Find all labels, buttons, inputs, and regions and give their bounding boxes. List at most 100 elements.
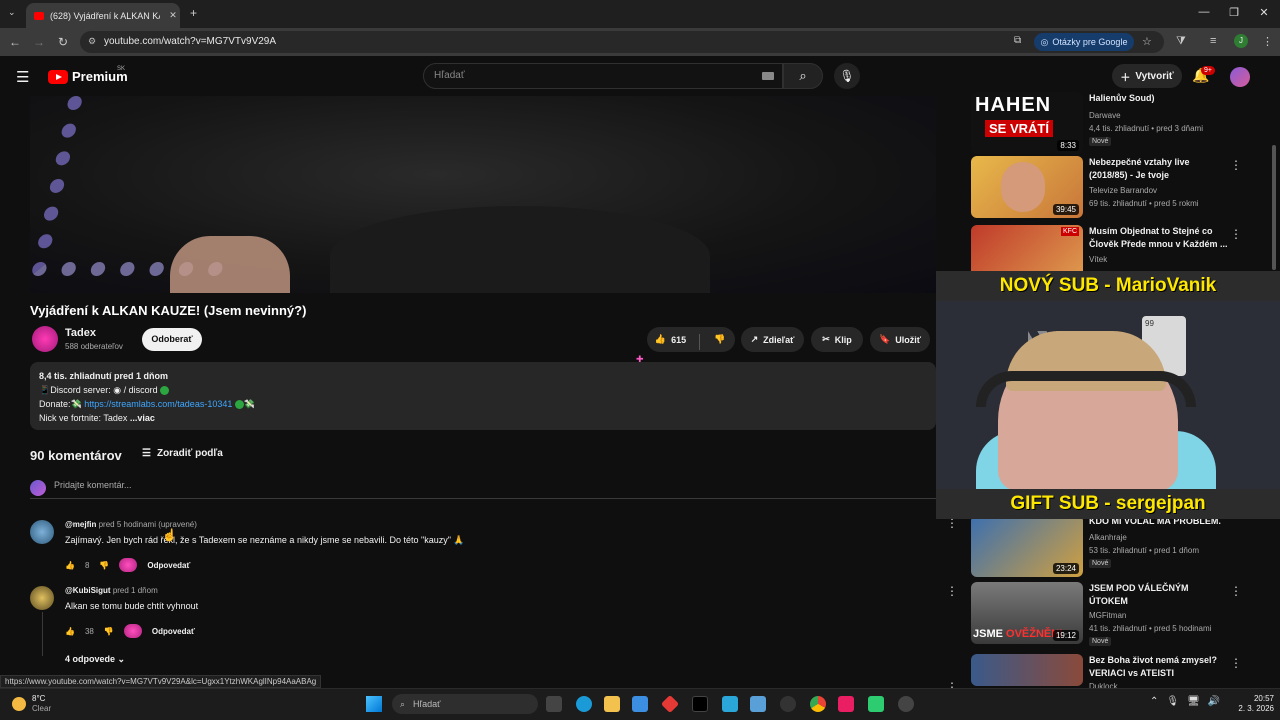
recommended-stats: 41 tis. zhliadnutí • pred 5 hodinami — [1089, 624, 1212, 633]
reading-list-icon[interactable]: ≡ — [1210, 35, 1216, 47]
recommended-video[interactable]: HAHEN SE VRÁTÍ 8:33 Halienův Soud) Darwa… — [968, 92, 1258, 156]
channel-name[interactable]: Tadex — [65, 327, 96, 339]
obs-icon[interactable] — [898, 696, 914, 712]
tab-list-icon[interactable]: ⌄ — [8, 7, 16, 18]
more-actions-icon[interactable]: ⋮ — [1230, 584, 1242, 598]
thumbs-down-icon[interactable]: 👎 — [104, 627, 114, 636]
minimize-icon[interactable]: — — [1194, 6, 1214, 18]
recommended-channel[interactable]: Vítek — [1089, 255, 1107, 264]
keyboard-icon[interactable] — [762, 72, 774, 80]
thumbs-down-icon[interactable]: 👎 — [99, 561, 109, 570]
app-icon[interactable] — [750, 696, 766, 712]
create-button[interactable]: ＋ Vytvoriť — [1112, 64, 1182, 88]
file-explorer-icon[interactable] — [604, 696, 620, 712]
commenter-avatar[interactable] — [30, 520, 54, 544]
edge-icon[interactable] — [576, 696, 592, 712]
close-window-icon[interactable]: ✕ — [1254, 6, 1274, 19]
description-box[interactable]: 8,4 tis. zhliadnutí pred 1 dňom 📱Discord… — [30, 362, 936, 430]
recommended-channel[interactable]: MGFitman — [1089, 611, 1126, 620]
dislike-button[interactable]: 👎 — [705, 327, 735, 352]
bookmark-star-icon[interactable]: ☆ — [1142, 35, 1152, 48]
subscribe-button[interactable]: Odoberať — [142, 328, 202, 351]
reload-icon[interactable]: ↻ — [56, 35, 70, 49]
show-more-link[interactable]: ...viac — [130, 413, 155, 423]
more-actions-icon[interactable]: ⋮ — [1230, 227, 1242, 241]
comment-author[interactable]: @mejfin — [65, 520, 96, 529]
video-thumbnail[interactable] — [971, 654, 1083, 686]
hamburger-menu-icon[interactable]: ☰ — [16, 68, 29, 86]
site-info-icon[interactable]: ⚙ — [88, 36, 96, 47]
video-thumbnail[interactable]: 39:45 — [971, 156, 1083, 218]
like-button[interactable]: 👍 615 — [647, 327, 694, 352]
chevron-up-icon[interactable]: ⌃ — [1150, 696, 1158, 707]
share-button[interactable]: ↗ Zdieľať — [741, 327, 804, 352]
microphone-icon[interactable]: 🎙 — [1166, 696, 1179, 707]
browser-tab[interactable]: (628) Vyjádření k ALKAN KAUZE ✕ — [26, 3, 180, 28]
network-icon[interactable]: 🖥 — [1187, 696, 1200, 707]
thumbs-up-icon[interactable]: 👍 — [65, 627, 75, 636]
taskbar-search[interactable]: ⌕ Hľadať — [392, 694, 538, 714]
recommended-video[interactable]: 39:45 Nebezpečné vztahy live (2018/85) -… — [968, 156, 1258, 220]
url-text[interactable]: youtube.com/watch?v=MG7VTv9V29A — [104, 36, 276, 47]
channel-avatar[interactable] — [32, 326, 58, 352]
search-button[interactable]: ⌕ — [783, 63, 823, 89]
store-icon[interactable] — [632, 696, 648, 712]
reply-button[interactable]: Odpovedať — [152, 627, 195, 636]
video-thumbnail[interactable]: HAHEN SE VRÁTÍ 8:33 — [971, 92, 1083, 154]
show-replies-button[interactable]: 4 odpovede ⌄ — [65, 654, 125, 665]
search-input[interactable]: Hľadať — [423, 63, 783, 89]
more-actions-icon[interactable]: ⋮ — [1230, 158, 1242, 172]
account-avatar[interactable] — [1230, 67, 1250, 87]
tiktok-icon[interactable] — [692, 696, 708, 712]
recommended-video[interactable]: 23:24 KDO MI VOLAL MÁ PROBLÉM. Alkanhraj… — [968, 515, 1258, 579]
voice-search-button[interactable]: 🎙 — [834, 63, 860, 89]
extensions-icon[interactable]: ⧩ — [1176, 35, 1186, 48]
app-icon[interactable] — [780, 696, 796, 712]
video-thumbnail[interactable]: JSME OVĚŽNĚNI 19:12 — [971, 582, 1083, 644]
recommended-channel[interactable]: Televize Barrandov — [1089, 186, 1157, 195]
create-label: Vytvoriť — [1135, 70, 1174, 82]
profile-avatar[interactable]: J — [1234, 34, 1248, 48]
taskbar-clock[interactable]: 20:57 2. 3. 2026 — [1230, 694, 1274, 714]
volume-icon[interactable]: 🔊 — [1208, 696, 1220, 707]
comment-author[interactable]: @KubiSigut — [65, 586, 111, 595]
discord-link[interactable]: / discord — [124, 385, 158, 395]
restore-icon[interactable]: ❐ — [1224, 6, 1244, 19]
google-questions-button[interactable]: ◎ Otázky pre Google — [1034, 33, 1134, 51]
recommended-channel[interactable]: Darwave — [1089, 111, 1121, 120]
install-app-icon[interactable]: ⧉ — [1014, 35, 1021, 46]
add-comment-field[interactable]: Pridajte komentár... — [30, 480, 936, 499]
new-sub-banner: NOVÝ SUB - MarioVanik — [936, 271, 1280, 301]
comment-time[interactable]: pred 1 dňom — [113, 586, 158, 595]
back-icon[interactable]: ← — [8, 35, 22, 49]
youtube-premium-logo[interactable]: Premium — [48, 69, 128, 84]
forward-icon[interactable]: → — [32, 35, 46, 49]
comment-time[interactable]: pred 5 hodinami (upravené) — [99, 520, 197, 529]
more-actions-icon[interactable]: ⋮ — [1230, 656, 1242, 670]
streamlabs-link[interactable]: https://streamlabs.com/tadeas-10341 — [84, 399, 232, 409]
more-actions-icon[interactable]: ⋮ — [946, 584, 958, 598]
app-icon[interactable] — [868, 696, 884, 712]
reply-button[interactable]: Odpovedať — [147, 561, 190, 570]
new-tab-icon[interactable]: + — [190, 6, 197, 20]
task-view-icon[interactable] — [546, 696, 562, 712]
commenter-avatar[interactable] — [30, 586, 54, 610]
tiktok-studio-icon[interactable] — [838, 696, 854, 712]
recommended-video[interactable]: JSME OVĚŽNĚNI 19:12 JSEM POD VÁLEČNÝM ÚT… — [968, 582, 1258, 646]
weather-temp: 8°C — [32, 694, 46, 703]
video-thumbnail[interactable]: 23:24 — [971, 515, 1083, 577]
weather-widget[interactable]: 8°C Clear — [12, 694, 51, 714]
video-player[interactable] — [30, 96, 936, 293]
sort-label: Zoradiť podľa — [156, 448, 223, 459]
sort-comments-button[interactable]: ☰ Zoradiť podľa — [142, 448, 223, 459]
chrome-icon[interactable] — [810, 696, 826, 712]
close-tab-icon[interactable]: ✕ — [166, 10, 180, 21]
sidebar-scrollbar[interactable] — [1272, 145, 1276, 270]
save-button[interactable]: 🔖 Uložiť — [870, 327, 930, 352]
thumbs-up-icon[interactable]: 👍 — [65, 561, 75, 570]
clip-button[interactable]: ✂ Klip — [811, 327, 863, 352]
browser-menu-icon[interactable]: ⋮ — [1262, 35, 1273, 48]
windows-start-icon[interactable] — [366, 696, 382, 712]
notes-icon[interactable] — [722, 696, 738, 712]
recommended-channel[interactable]: Alkanhraje — [1089, 533, 1127, 542]
